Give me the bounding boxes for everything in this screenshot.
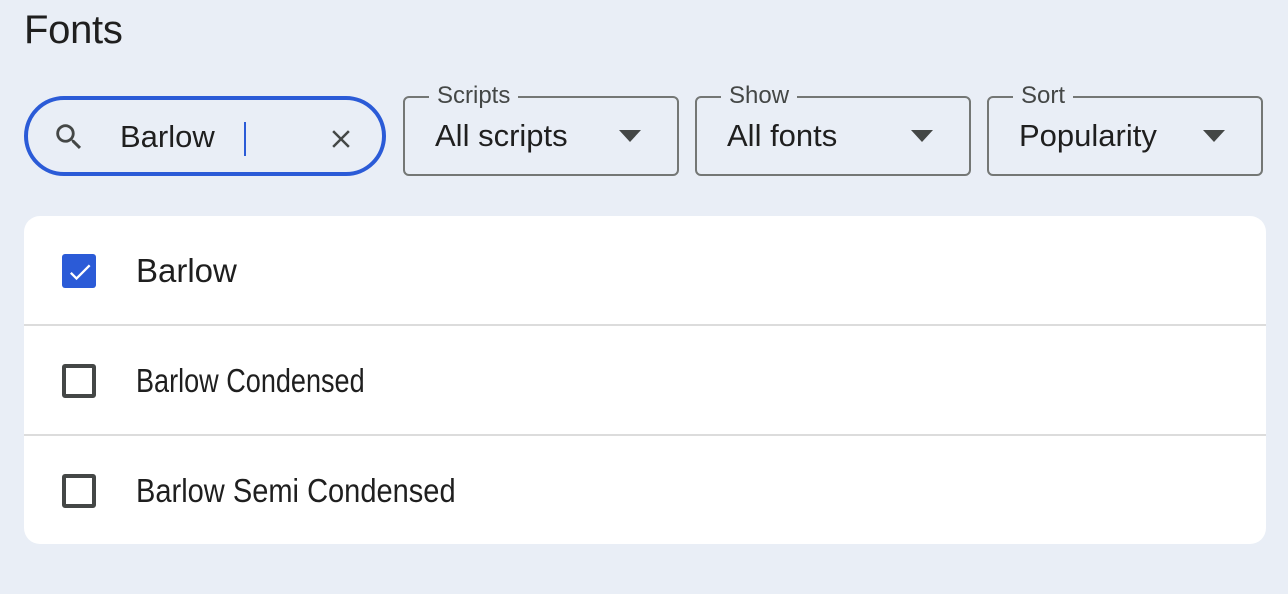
scripts-select-label: Scripts	[429, 82, 519, 110]
checkmark-icon	[69, 264, 91, 281]
show-select[interactable]: Show All fonts	[695, 82, 971, 176]
text-caret	[244, 122, 246, 156]
checkbox-unchecked[interactable]	[62, 474, 96, 508]
search-icon	[56, 124, 82, 150]
checkbox-checked[interactable]	[62, 254, 96, 288]
show-select-label: Show	[721, 82, 798, 110]
scripts-select[interactable]: Scripts All scripts	[403, 82, 679, 176]
font-results-list: Barlow Barlow Condensed Barlow Semi Cond…	[24, 216, 1266, 544]
sort-select[interactable]: Sort Popularity	[987, 82, 1263, 176]
dropdown-arrow-icon	[619, 130, 641, 142]
font-result-barlow[interactable]: Barlow	[24, 216, 1266, 326]
font-name: Barlow Condensed	[136, 362, 365, 399]
font-result-barlow-condensed[interactable]: Barlow Condensed	[24, 326, 1266, 436]
dropdown-arrow-icon	[1203, 130, 1225, 142]
sort-select-value: Popularity	[1019, 118, 1157, 153]
dropdown-arrow-icon	[911, 130, 933, 142]
font-result-barlow-semi-condensed[interactable]: Barlow Semi Condensed	[24, 436, 1266, 546]
checkbox-unchecked[interactable]	[62, 364, 96, 398]
page-title: Fonts	[24, 8, 123, 52]
search-box[interactable]	[24, 96, 386, 176]
scripts-select-value: All scripts	[435, 118, 568, 153]
show-select-value: All fonts	[727, 118, 838, 153]
close-icon[interactable]	[326, 124, 356, 154]
search-input[interactable]	[120, 112, 310, 162]
font-name: Barlow	[136, 252, 237, 289]
font-name: Barlow Semi Condensed	[136, 472, 456, 509]
sort-select-label: Sort	[1013, 82, 1074, 110]
